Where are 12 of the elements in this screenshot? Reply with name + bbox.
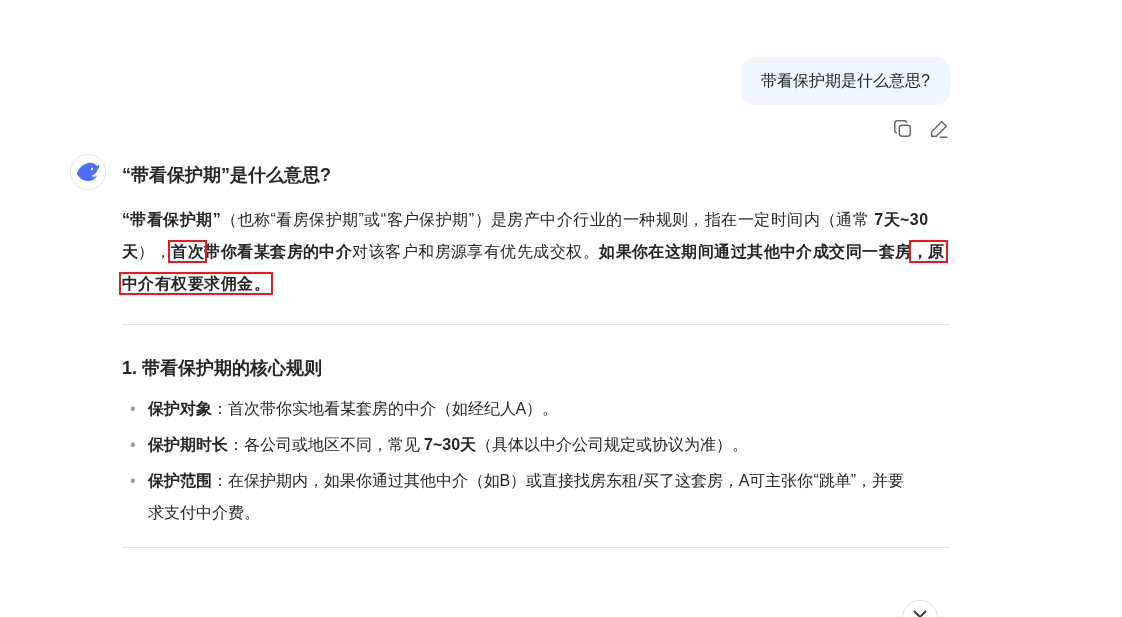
bullet-marker: • [130,435,136,455]
bullet-marker: • [130,399,136,419]
rule-item: 保护范围：在保护期内，如果你通过其他中介（如B）或直接找房东租/买了这套房，A可主张你“跳单”，并要求支付中介费。 [147,471,906,523]
rule-item: 保护对象：首次带你实地看某套房的中介（如经纪人A）。 [147,399,560,419]
user-message: 带看保护期是什么意思? [741,57,950,105]
chevron-down-icon [913,609,927,617]
edit-icon[interactable] [928,118,950,140]
section-heading: 1. 带看保护期的核心规则 [122,357,323,380]
copy-icon[interactable] [892,118,914,140]
bullet-marker: • [130,471,136,491]
answer-title: “带看保护期”是什么意思? [122,164,332,187]
rule-item: 保护期时长：各公司或地区不同，常见 7~30天（具体以中介公司规定或协议为准）。 [147,435,750,455]
